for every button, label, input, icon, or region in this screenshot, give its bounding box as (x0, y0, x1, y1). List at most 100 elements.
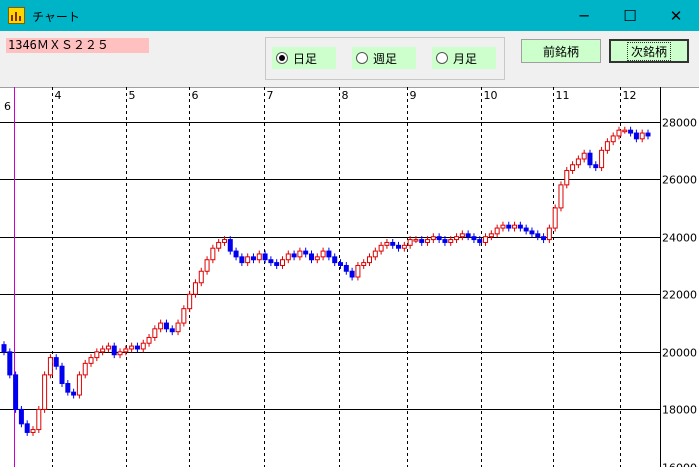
candle-body (372, 250, 378, 258)
candle-body (169, 328, 175, 333)
candle-body (581, 152, 587, 160)
candle-body (541, 236, 547, 241)
candle-body (546, 227, 552, 241)
candle-body (100, 348, 106, 353)
candle-body (279, 259, 285, 266)
candle-body (256, 253, 262, 261)
radio-daily-indicator[interactable] (276, 52, 288, 64)
stock-code-label: 1346ＭＸＳ２２５ (6, 38, 149, 53)
candle-body (285, 253, 291, 261)
price-tick-label: 22000 (662, 289, 697, 302)
candle-body (82, 362, 88, 376)
maximize-button[interactable]: ☐ (607, 0, 653, 31)
price-tick-label: 16000 (662, 462, 697, 467)
candle-body (181, 308, 187, 324)
candle-body (430, 236, 436, 241)
candle-body (7, 351, 13, 376)
candle-body (24, 423, 30, 433)
candle-body (610, 135, 616, 143)
candle-body (158, 322, 164, 330)
candle-body (593, 164, 599, 169)
candle-body (459, 233, 465, 238)
candle-body (123, 348, 129, 353)
candle-body (192, 282, 198, 295)
candle-body (442, 239, 448, 243)
period-radio-group: 日足 週足 月足 (265, 37, 505, 80)
candle-body (367, 256, 373, 264)
candle-body (454, 236, 460, 241)
candle-body (1, 344, 7, 353)
candle-body (221, 239, 227, 243)
candle-body (384, 241, 390, 246)
candle-body (239, 256, 245, 264)
candle-body (152, 328, 158, 338)
radio-weekly-indicator[interactable] (356, 52, 368, 64)
candle-body (465, 233, 471, 238)
month-label: 6 (4, 100, 11, 113)
radio-monthly-indicator[interactable] (436, 52, 448, 64)
candle-body (146, 336, 152, 344)
candle-body (628, 129, 634, 134)
candle-body (71, 391, 77, 396)
candle-body (262, 253, 268, 261)
candle-body (407, 239, 413, 246)
candle-body (338, 262, 344, 266)
candle-body (558, 184, 564, 209)
candle-body (483, 236, 489, 243)
title-bar: チャート ─ ☐ ✕ (0, 0, 699, 31)
prev-stock-label: 前銘柄 (542, 44, 579, 59)
candle-body (47, 357, 53, 376)
month-label: 10 (484, 89, 498, 102)
month-label: 5 (129, 89, 136, 102)
candle-body (587, 152, 593, 166)
candle-body (332, 256, 338, 264)
candle-body (175, 322, 181, 333)
chart-app-icon (8, 7, 25, 24)
minimize-button[interactable]: ─ (561, 0, 607, 31)
month-label: 9 (410, 89, 417, 102)
candle-body (471, 236, 477, 241)
candle-body (622, 129, 628, 133)
candle-body (320, 250, 326, 258)
price-tick-label: 20000 (662, 347, 697, 360)
candle-body (523, 227, 529, 232)
month-label: 11 (556, 89, 570, 102)
month-label: 4 (55, 89, 62, 102)
candle-body (187, 293, 193, 310)
candle-body (564, 169, 570, 186)
price-tick-label: 18000 (662, 404, 697, 417)
candle-body (401, 244, 407, 249)
candle-body (355, 264, 361, 278)
candle-body (552, 207, 558, 229)
candle-body (18, 408, 24, 425)
month-label: 8 (342, 89, 349, 102)
month-label: 12 (623, 89, 637, 102)
candle-body (512, 224, 518, 229)
price-chart[interactable]: 16000 18000 20000 22000 24000 26000 28000 6 4 5 6 7… (0, 87, 699, 467)
radio-weekly[interactable]: 週足 (352, 47, 416, 69)
radio-daily[interactable]: 日足 (272, 47, 336, 69)
candle-body (227, 239, 233, 252)
candle-body (575, 158, 581, 166)
prev-stock-button[interactable]: 前銘柄 (521, 39, 601, 63)
price-tick-label: 28000 (662, 117, 697, 130)
candle-body (378, 244, 384, 252)
candle-body (494, 227, 500, 235)
close-button[interactable]: ✕ (653, 0, 699, 31)
price-tick-label: 24000 (662, 232, 697, 245)
next-stock-label: 次銘柄 (626, 41, 671, 61)
candle-body (506, 224, 512, 229)
price-tick-label: 26000 (662, 174, 697, 187)
candle-body (425, 239, 431, 243)
candle-body (30, 429, 36, 433)
radio-monthly[interactable]: 月足 (432, 47, 496, 69)
candle-body (198, 270, 204, 284)
candle-body (245, 256, 251, 264)
candle-body (396, 244, 402, 249)
candle-body (129, 345, 135, 350)
candle-body (529, 230, 535, 235)
radio-daily-label: 日足 (293, 51, 318, 66)
next-stock-button[interactable]: 次銘柄 (609, 39, 689, 63)
candle-body (134, 345, 140, 350)
candle-body (297, 250, 303, 258)
